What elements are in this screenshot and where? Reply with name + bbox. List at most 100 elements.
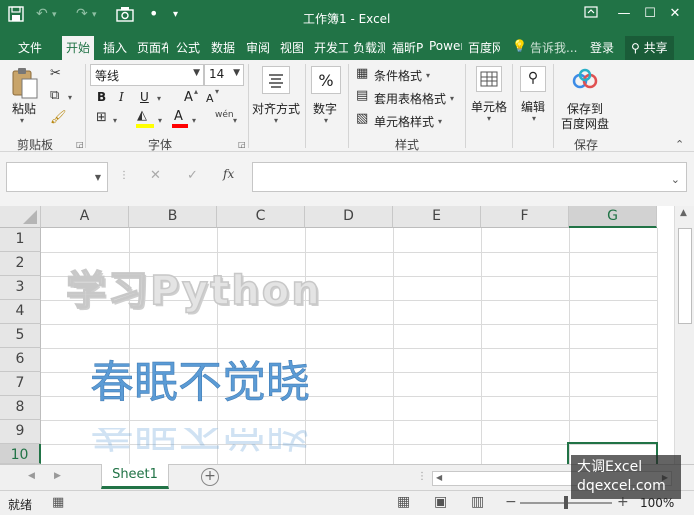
table-format-dropdown-icon[interactable]: ▾ — [450, 94, 454, 103]
wordart-poem[interactable]: 春眠不觉晓 — [90, 346, 311, 410]
worksheet-grid[interactable]: A B C D E F G 1 2 3 4 5 6 7 8 9 10 学习Pyt… — [0, 206, 694, 466]
cells-label[interactable]: 单元格 — [471, 98, 507, 115]
page-layout-view-icon[interactable]: ▣ — [434, 494, 447, 510]
paste-label[interactable]: 粘贴 — [12, 100, 36, 117]
tab-foxit-pdf[interactable]: 福昕PDF — [392, 39, 423, 56]
column-header-d[interactable]: D — [305, 206, 393, 228]
tab-page-layout[interactable]: 页面布局 — [137, 39, 168, 56]
row-header-1[interactable]: 1 — [0, 228, 41, 252]
row-header-3[interactable]: 3 — [0, 276, 41, 300]
tab-insert[interactable]: 插入 — [103, 39, 127, 56]
border-icon[interactable]: ⊞ — [96, 110, 107, 125]
scroll-up-icon[interactable]: ▲ — [680, 208, 687, 218]
save-to-label-2[interactable]: 百度网盘 — [561, 115, 609, 132]
normal-view-icon[interactable]: ▦ — [397, 494, 410, 510]
drag-handle-icon[interactable]: ⋮ — [417, 471, 427, 482]
fill-color-icon[interactable]: ◭ — [137, 108, 147, 123]
formula-input[interactable]: ⌄ — [252, 162, 687, 192]
collapse-ribbon-icon[interactable]: ⌃ — [675, 138, 684, 151]
column-header-g[interactable]: G — [569, 206, 657, 228]
tab-baidu-netdisk[interactable]: 百度网盘 — [468, 39, 500, 56]
tab-formulas[interactable]: 公式 — [176, 39, 200, 56]
select-all-corner[interactable] — [0, 206, 41, 228]
tab-review[interactable]: 审阅 — [246, 39, 270, 56]
share-button[interactable]: ⚲ 共享 — [625, 36, 674, 60]
name-box[interactable]: ▼ — [6, 162, 108, 192]
conditional-format-button[interactable]: 条件格式 — [374, 67, 422, 84]
zoom-slider-thumb[interactable] — [564, 496, 568, 509]
row-header-5[interactable]: 5 — [0, 324, 41, 348]
column-header-c[interactable]: C — [217, 206, 305, 228]
redo-dropdown-icon[interactable]: ▾ — [92, 10, 97, 20]
font-color-dropdown-icon[interactable]: ▾ — [192, 116, 196, 125]
cells-dropdown-icon[interactable]: ▾ — [487, 114, 491, 123]
baidu-cloud-icon[interactable] — [571, 66, 599, 97]
conditional-format-dropdown-icon[interactable]: ▾ — [426, 71, 430, 80]
format-painter-icon[interactable]: 🖌 — [50, 110, 67, 125]
tab-power-pivot[interactable]: Power Pivot — [429, 39, 462, 53]
page-break-view-icon[interactable]: ▥ — [471, 494, 484, 510]
undo-dropdown-icon[interactable]: ▾ — [52, 10, 57, 20]
sheet-next-icon[interactable]: ▶ — [54, 471, 61, 481]
row-header-4[interactable]: 4 — [0, 300, 41, 324]
alignment-dropdown-icon[interactable]: ▾ — [274, 116, 278, 125]
close-icon[interactable]: ✕ — [664, 6, 686, 21]
column-header-b[interactable]: B — [129, 206, 217, 228]
clipboard-launcher-icon[interactable]: ◲ — [76, 140, 84, 149]
cell-styles-dropdown-icon[interactable]: ▾ — [438, 117, 442, 126]
italic-button[interactable]: I — [119, 90, 124, 104]
column-header-a[interactable]: A — [41, 206, 129, 228]
tab-load-test[interactable]: 负载测试 — [353, 39, 385, 56]
sheet-tab-sheet1[interactable]: Sheet1 — [101, 464, 169, 489]
border-dropdown-icon[interactable]: ▾ — [113, 116, 117, 125]
paste-button[interactable] — [10, 66, 40, 103]
tab-data[interactable]: 数据 — [211, 39, 235, 56]
cut-icon[interactable]: ✂ — [50, 66, 61, 81]
maximize-icon[interactable]: ☐ — [639, 6, 661, 21]
shrink-font-button[interactable]: A — [206, 92, 214, 105]
alignment-label[interactable]: 对齐方式 — [252, 100, 300, 117]
vertical-scrollbar[interactable]: ▲ — [674, 206, 694, 464]
copy-icon[interactable]: ⧉ — [50, 88, 59, 103]
number-label[interactable]: 数字 — [313, 100, 337, 117]
percent-icon[interactable]: % — [311, 66, 341, 94]
drag-handle-icon[interactable]: ⋮ — [119, 170, 129, 181]
row-header-7[interactable]: 7 — [0, 372, 41, 396]
camera-icon[interactable] — [116, 6, 134, 26]
tab-home[interactable]: 开始 — [62, 36, 95, 60]
row-header-2[interactable]: 2 — [0, 252, 41, 276]
font-name-combo[interactable]: 等线 ▼ — [90, 64, 204, 86]
paste-dropdown-icon[interactable]: ▾ — [20, 116, 24, 125]
column-header-f[interactable]: F — [481, 206, 569, 228]
scroll-thumb[interactable] — [678, 228, 692, 324]
dot-icon[interactable]: • — [149, 4, 158, 23]
row-header-10[interactable]: 10 — [0, 444, 41, 464]
login-link[interactable]: 登录 — [590, 39, 614, 56]
row-header-6[interactable]: 6 — [0, 348, 41, 372]
tell-me-input[interactable]: 告诉我... — [530, 39, 577, 56]
font-color-icon[interactable]: A — [174, 109, 183, 124]
underline-button[interactable]: U — [140, 90, 149, 104]
search-icon[interactable]: ⚲ — [520, 66, 546, 92]
insert-function-icon[interactable]: fx — [223, 167, 234, 181]
cell-styles-button[interactable]: 单元格样式 — [374, 113, 434, 130]
macro-record-icon[interactable]: ▦ — [52, 495, 64, 510]
underline-dropdown-icon[interactable]: ▾ — [157, 94, 161, 103]
sheet-prev-icon[interactable]: ◀ — [28, 471, 35, 481]
expand-formula-icon[interactable]: ⌄ — [671, 173, 680, 186]
editing-label[interactable]: 编辑 — [521, 98, 545, 115]
tab-developer[interactable]: 开发工具 — [314, 39, 348, 56]
number-dropdown-icon[interactable]: ▾ — [324, 116, 328, 125]
column-header-e[interactable]: E — [393, 206, 481, 228]
table-format-button[interactable]: 套用表格格式 — [374, 90, 446, 107]
minimize-icon[interactable]: — — [613, 6, 635, 21]
tab-file[interactable]: 文件 — [18, 39, 42, 56]
enter-icon[interactable]: ✓ — [187, 168, 198, 183]
add-sheet-icon[interactable]: + — [201, 468, 219, 486]
grow-font-button[interactable]: A — [184, 90, 193, 105]
cells-icon[interactable] — [476, 66, 502, 92]
row-header-8[interactable]: 8 — [0, 396, 41, 420]
phonetic-dropdown-icon[interactable]: ▾ — [233, 116, 237, 125]
bold-button[interactable]: B — [97, 90, 106, 104]
scroll-left-icon[interactable]: ◀ — [436, 473, 442, 482]
